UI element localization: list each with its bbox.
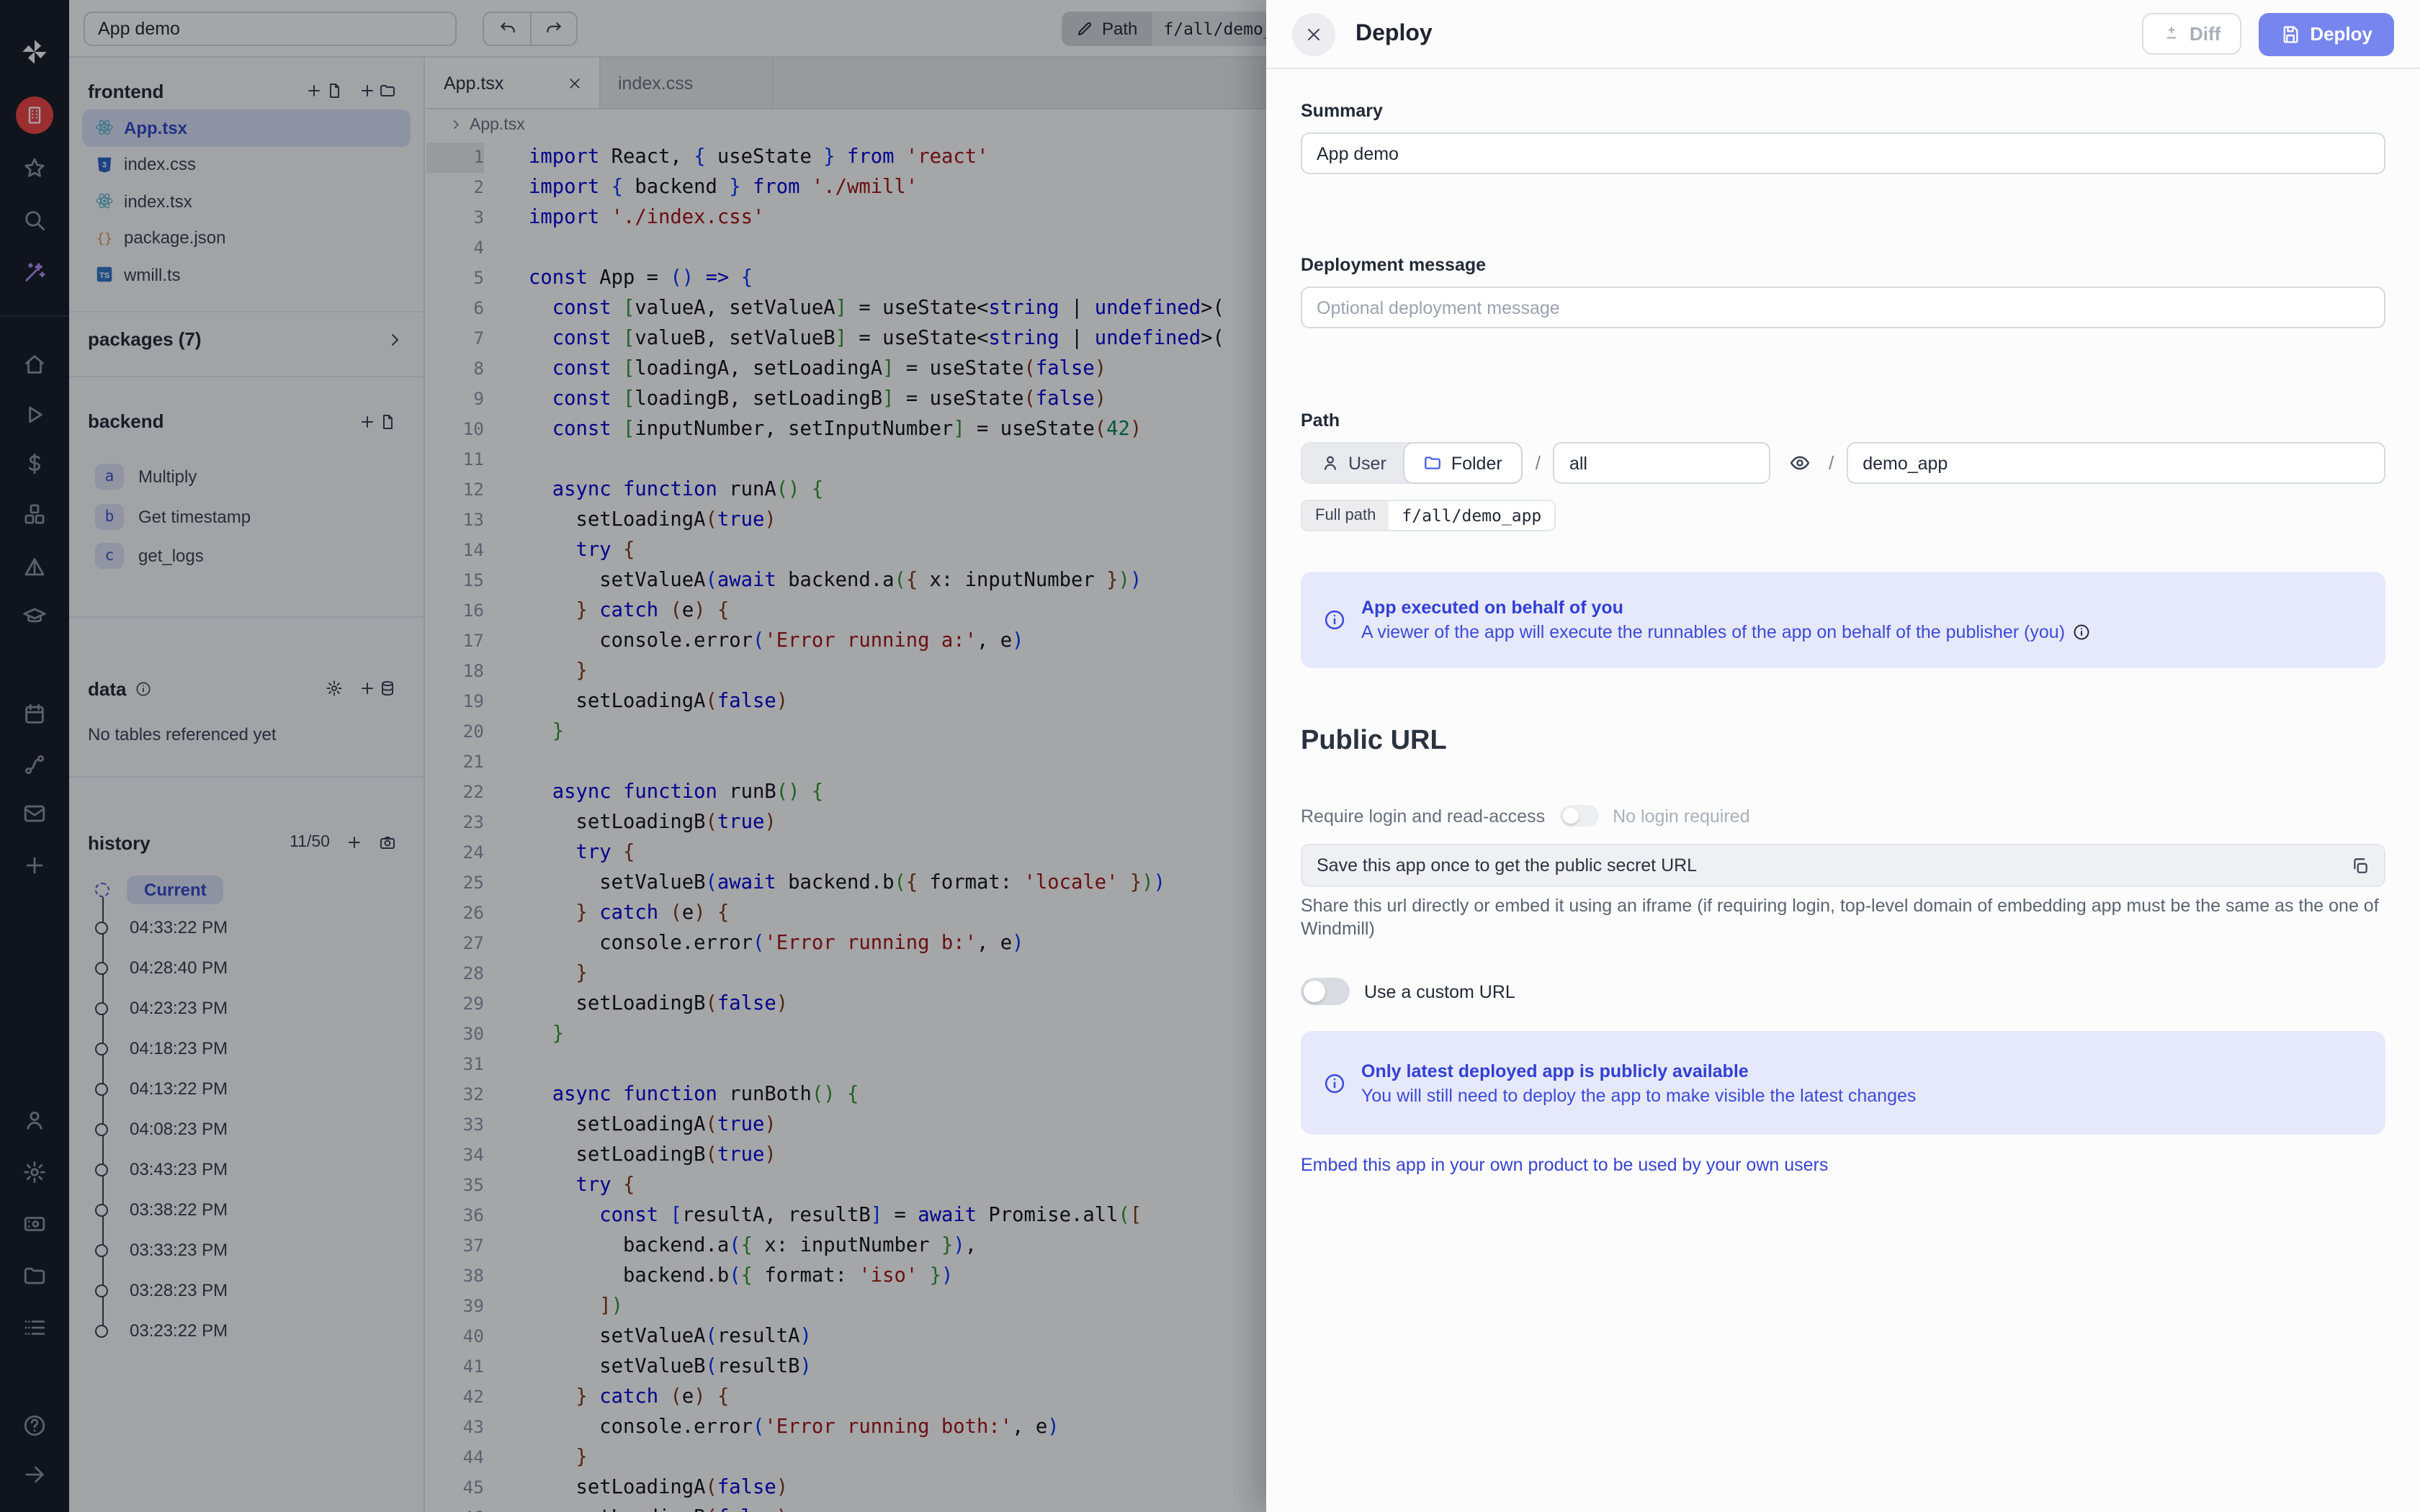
eye-icon[interactable] <box>1790 452 1811 474</box>
path-separator: / <box>1829 452 1834 474</box>
no-login-label: No login required <box>1613 806 1749 826</box>
path-separator: / <box>1536 452 1541 474</box>
deployment-message-input[interactable] <box>1301 287 2385 328</box>
user-icon <box>1321 454 1340 472</box>
secret-url-text: Save this app once to get the public sec… <box>1317 855 2351 876</box>
path-owner-input[interactable] <box>1554 442 1771 484</box>
path-label: Path <box>1301 410 2385 431</box>
on-behalf-info-box: App executed on behalf of you A viewer o… <box>1301 572 2385 668</box>
embed-link[interactable]: Embed this app in your own product to be… <box>1301 1155 1828 1175</box>
info-title: App executed on behalf of you <box>1361 598 2089 618</box>
save-icon <box>2280 24 2300 44</box>
info-icon <box>1324 1072 1345 1094</box>
share-help-text: Share this url directly or embed it usin… <box>1301 896 2385 940</box>
custom-url-label: Use a custom URL <box>1364 981 1515 1002</box>
drawer-header: Deploy Diff Deploy <box>1266 0 2420 69</box>
owner-kind-folder[interactable]: Folder <box>1404 442 1523 484</box>
full-path-label: Full path <box>1302 501 1389 530</box>
close-drawer-button[interactable] <box>1292 12 1335 55</box>
deploy-button[interactable]: Deploy <box>2258 12 2394 55</box>
folder-icon <box>1424 454 1443 472</box>
drawer-title: Deploy <box>1355 21 1433 47</box>
windmill-app-editor: Path f/all/demo_app frontend App.tsx3ind… <box>0 0 2420 1512</box>
diff-icon <box>2162 24 2181 43</box>
owner-kind-user[interactable]: User <box>1302 444 1405 482</box>
info-body: A viewer of the app will execute the run… <box>1361 622 2065 642</box>
public-url-heading: Public URL <box>1301 726 2385 757</box>
summary-input[interactable] <box>1301 132 2385 174</box>
secret-url-field: Save this app once to get the public sec… <box>1301 844 2385 887</box>
deploy-drawer: Deploy Diff Deploy Summary Deployment me… <box>1266 0 2420 1512</box>
info-icon[interactable] <box>2072 624 2089 641</box>
diff-button-label: Diff <box>2190 23 2220 45</box>
path-name-input[interactable] <box>1847 442 2385 484</box>
full-path-badge: Full path f/all/demo_app <box>1301 500 1556 531</box>
require-login-toggle[interactable] <box>1559 805 1598 827</box>
info-title: Only latest deployed app is publicly ava… <box>1361 1061 1916 1081</box>
deploy-button-label: Deploy <box>2310 23 2372 45</box>
summary-label: Summary <box>1301 101 2385 121</box>
latest-deploy-info-box: Only latest deployed app is publicly ava… <box>1301 1031 2385 1135</box>
info-icon <box>1324 609 1345 631</box>
full-path-value: f/all/demo_app <box>1389 501 1554 530</box>
owner-kind-toggle: User Folder <box>1301 442 1523 484</box>
require-login-label: Require login and read-access <box>1301 806 1545 826</box>
info-body: You will still need to deploy the app to… <box>1361 1085 1916 1105</box>
custom-url-toggle[interactable] <box>1301 978 1350 1005</box>
copy-icon[interactable] <box>2351 856 2370 875</box>
diff-button[interactable]: Diff <box>2142 13 2241 55</box>
deployment-message-label: Deployment message <box>1301 255 2385 275</box>
